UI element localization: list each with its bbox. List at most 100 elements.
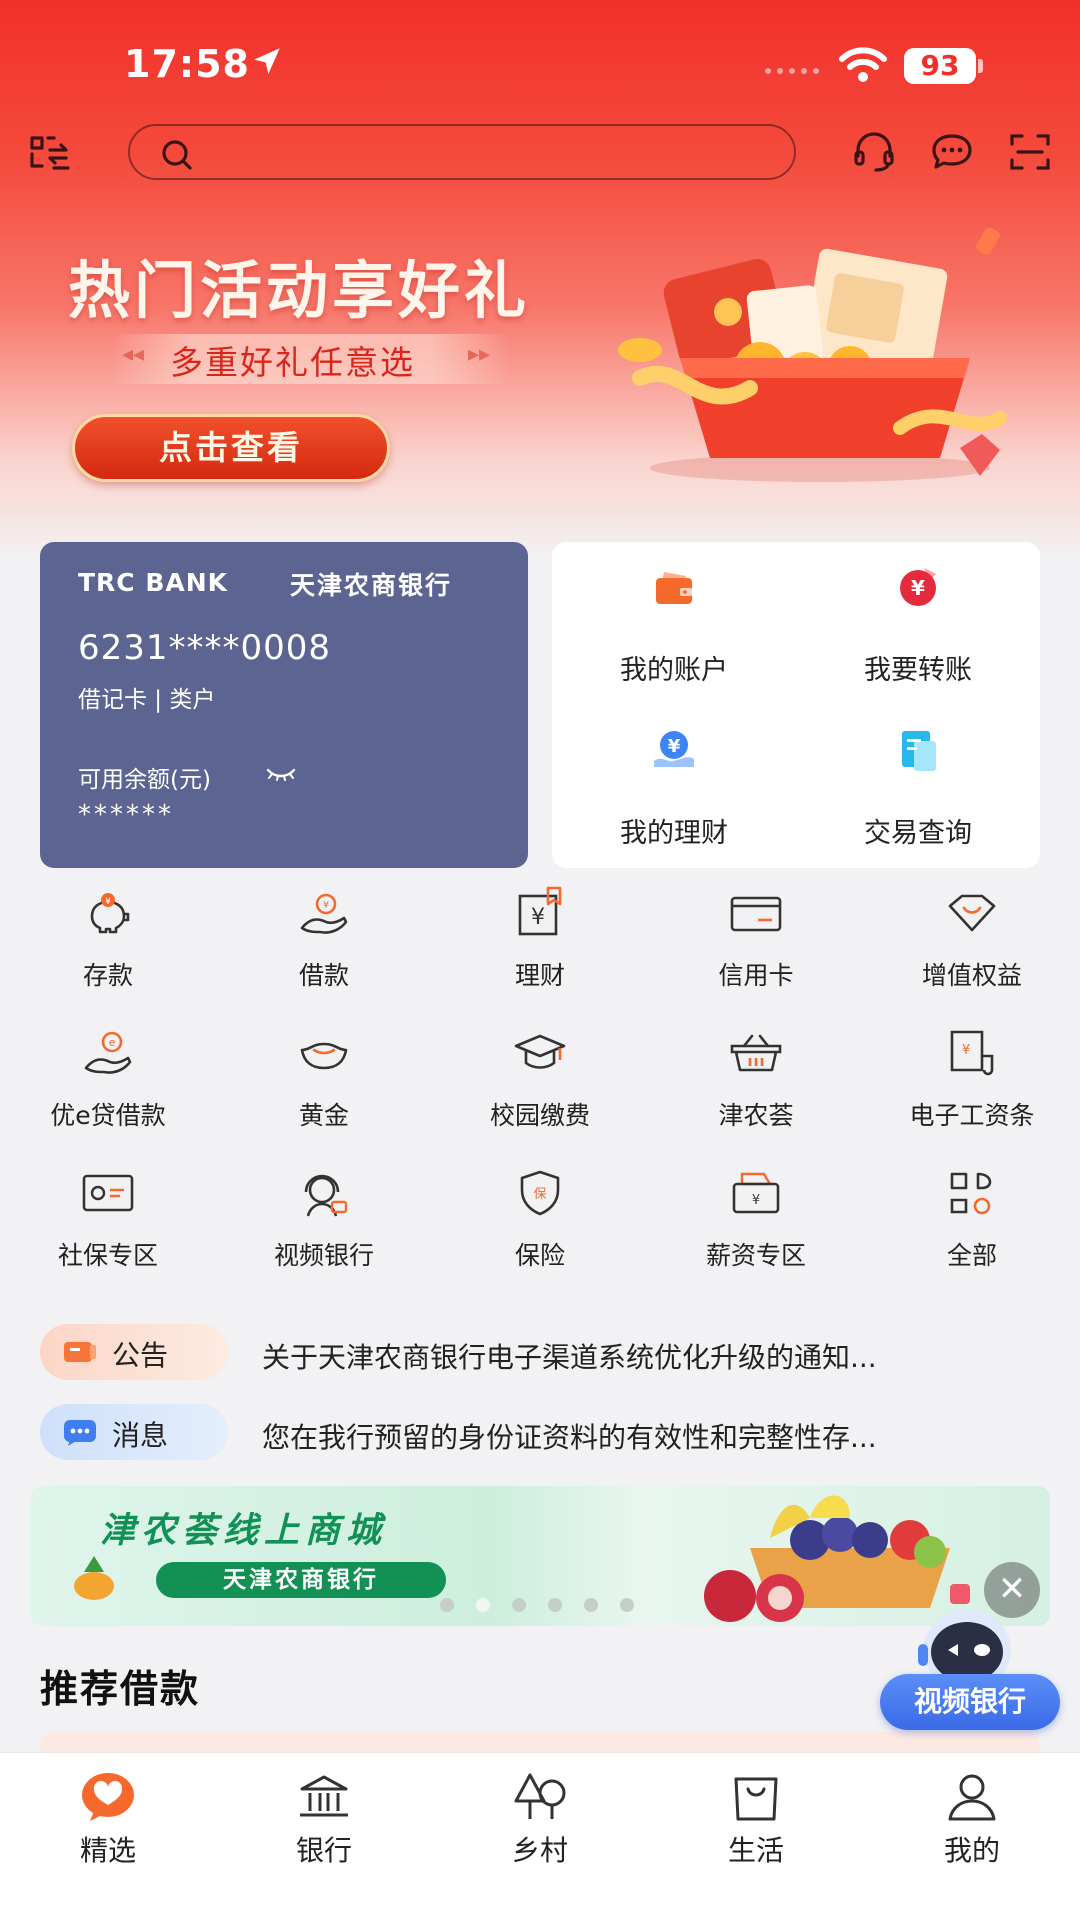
wallet-icon bbox=[656, 572, 692, 604]
pineapple-icon bbox=[74, 1556, 114, 1600]
svg-text:¥: ¥ bbox=[323, 900, 329, 911]
customer-service-icon[interactable] bbox=[850, 128, 898, 176]
service-finance[interactable]: ¥ 理财 bbox=[432, 886, 648, 1026]
svg-text:¥: ¥ bbox=[668, 736, 681, 757]
battery-cap bbox=[978, 59, 983, 73]
video-bank-float-button[interactable]: 视频银行 bbox=[880, 1674, 1060, 1730]
salary-envelope-icon: ¥ bbox=[732, 1172, 780, 1214]
service-label: 校园缴费 bbox=[489, 1101, 590, 1130]
service-label: 理财 bbox=[514, 961, 565, 990]
search-icon bbox=[162, 140, 192, 170]
scan-icon[interactable] bbox=[1006, 128, 1054, 176]
nav-label: 银行 bbox=[295, 1834, 352, 1867]
bank-logo: TRC BANK bbox=[78, 568, 229, 597]
quick-action-transfer[interactable]: ¥ 我要转账 bbox=[796, 542, 1040, 705]
graduation-cap-icon bbox=[514, 1034, 566, 1069]
service-e-loan[interactable]: e 优e贷借款 bbox=[0, 1026, 216, 1166]
carousel-dot[interactable] bbox=[548, 1598, 562, 1612]
nav-life[interactable]: 生活 bbox=[648, 1761, 864, 1881]
service-video-bank[interactable]: 视频银行 bbox=[216, 1166, 432, 1306]
transfer-icon: ¥ bbox=[900, 568, 936, 606]
service-campus-payment[interactable]: 校园缴费 bbox=[432, 1026, 648, 1166]
card-type: 借记卡 | 类户 bbox=[78, 687, 216, 713]
carousel-dot[interactable] bbox=[584, 1598, 598, 1612]
quick-action-transaction-query[interactable]: 交易查询 bbox=[796, 705, 1040, 868]
service-insurance[interactable]: 保 保险 bbox=[432, 1166, 648, 1306]
svg-text:保: 保 bbox=[533, 1187, 546, 1202]
recommended-loans-title: 推荐借款 bbox=[40, 1667, 201, 1711]
payslip-icon: ¥ bbox=[950, 1030, 994, 1076]
nav-label: 生活 bbox=[727, 1834, 784, 1867]
promo-title: 津农荟线上商城 bbox=[100, 1511, 388, 1551]
nav-bank[interactable]: 银行 bbox=[216, 1761, 432, 1881]
service-value-added-benefits[interactable]: 增值权益 bbox=[864, 886, 1080, 1026]
bank-name: 天津农商银行 bbox=[290, 571, 453, 600]
carousel-dot[interactable] bbox=[620, 1598, 634, 1612]
all-apps-icon bbox=[950, 1172, 992, 1215]
banner-subtitle: 多重好礼任意选 bbox=[170, 343, 415, 382]
carousel-dot[interactable] bbox=[512, 1598, 526, 1612]
wealth-icon: ¥ bbox=[654, 731, 694, 767]
message-text[interactable]: 您在我行预留的身份证资料的有效性和完整性存... bbox=[262, 1416, 877, 1456]
message-tag-label: 消息 bbox=[112, 1419, 169, 1452]
service-deposit[interactable]: ¥ 存款 bbox=[0, 886, 216, 1026]
status-bar: 17:58 93 bbox=[0, 30, 1080, 100]
mall-promo-banner[interactable]: 津农荟线上商城 天津农商银行 bbox=[30, 1486, 1050, 1626]
svg-text:¥: ¥ bbox=[752, 1193, 760, 1208]
nav-village[interactable]: 乡村 bbox=[432, 1761, 648, 1881]
search-bar[interactable] bbox=[128, 124, 796, 180]
service-e-payslip[interactable]: ¥ 电子工资条 bbox=[864, 1026, 1080, 1166]
announcement-tag[interactable]: 公告 bbox=[40, 1324, 228, 1380]
balance-value: ****** bbox=[78, 800, 174, 830]
svg-text:¥: ¥ bbox=[105, 897, 111, 907]
account-card[interactable]: TRC BANK 天津农商银行 6231****0008 借记卡 | 类户 可用… bbox=[40, 542, 528, 868]
message-icon[interactable] bbox=[928, 128, 976, 176]
service-gold[interactable]: 黄金 bbox=[216, 1026, 432, 1166]
nav-featured[interactable]: 精选 bbox=[0, 1761, 216, 1881]
nav-mine[interactable]: 我的 bbox=[864, 1761, 1080, 1881]
video-agent-icon bbox=[304, 1174, 348, 1217]
service-social-security[interactable]: 社保专区 bbox=[0, 1166, 216, 1306]
service-jinnonghui[interactable]: 津农荟 bbox=[648, 1026, 864, 1166]
carousel-dot[interactable] bbox=[440, 1598, 454, 1612]
service-all[interactable]: 全部 bbox=[864, 1166, 1080, 1306]
announcement-text[interactable]: 关于天津农商银行电子渠道系统优化升级的通知... bbox=[262, 1336, 877, 1376]
message-tag[interactable]: 消息 bbox=[40, 1404, 228, 1460]
svg-text:e: e bbox=[109, 1036, 116, 1049]
user-icon bbox=[948, 1774, 996, 1821]
chat-bubble-icon bbox=[64, 1420, 96, 1446]
shield-icon: 保 bbox=[520, 1170, 560, 1216]
eye-closed-icon[interactable] bbox=[266, 766, 296, 782]
quick-actions-panel: 我的账户 ¥ 我要转账 ¥ 我的理财 交易查询 bbox=[552, 542, 1040, 868]
megaphone-icon bbox=[64, 1342, 96, 1362]
social-security-card-icon bbox=[82, 1174, 134, 1212]
signal-dots-icon bbox=[765, 68, 819, 74]
gift-basket-illustration bbox=[618, 228, 1007, 482]
service-label: 黄金 bbox=[298, 1101, 349, 1130]
arrow-left-icon: ◂◂ bbox=[122, 342, 145, 367]
credit-card-icon bbox=[730, 896, 782, 932]
e-loan-icon: e bbox=[84, 1031, 132, 1074]
wifi-icon bbox=[839, 47, 887, 82]
quick-action-label: 交易查询 bbox=[864, 818, 972, 849]
battery-indicator: 93 bbox=[904, 48, 976, 84]
nav-label: 精选 bbox=[79, 1834, 136, 1867]
svg-text:¥: ¥ bbox=[911, 576, 925, 600]
carousel-dot-active[interactable] bbox=[476, 1598, 490, 1612]
query-icon bbox=[902, 731, 936, 771]
service-loan[interactable]: ¥ 借款 bbox=[216, 886, 432, 1026]
quick-action-my-wealth[interactable]: ¥ 我的理财 bbox=[552, 705, 796, 868]
svg-text:¥: ¥ bbox=[531, 905, 545, 930]
status-time: 17:58 bbox=[124, 42, 250, 86]
service-salary-zone[interactable]: ¥ 薪资专区 bbox=[648, 1166, 864, 1306]
quick-action-label: 我要转账 bbox=[864, 655, 972, 686]
quick-action-my-account[interactable]: 我的账户 bbox=[552, 542, 796, 705]
banner-view-button[interactable]: 点击查看 bbox=[72, 414, 390, 482]
nav-label: 乡村 bbox=[511, 1834, 568, 1867]
switch-account-icon[interactable] bbox=[26, 128, 74, 176]
finance-icon: ¥ bbox=[518, 886, 562, 936]
heart-bubble-icon bbox=[82, 1773, 134, 1821]
service-credit-card[interactable]: 信用卡 bbox=[648, 886, 864, 1026]
svg-text:¥: ¥ bbox=[962, 1043, 970, 1058]
diamond-icon bbox=[948, 894, 996, 932]
